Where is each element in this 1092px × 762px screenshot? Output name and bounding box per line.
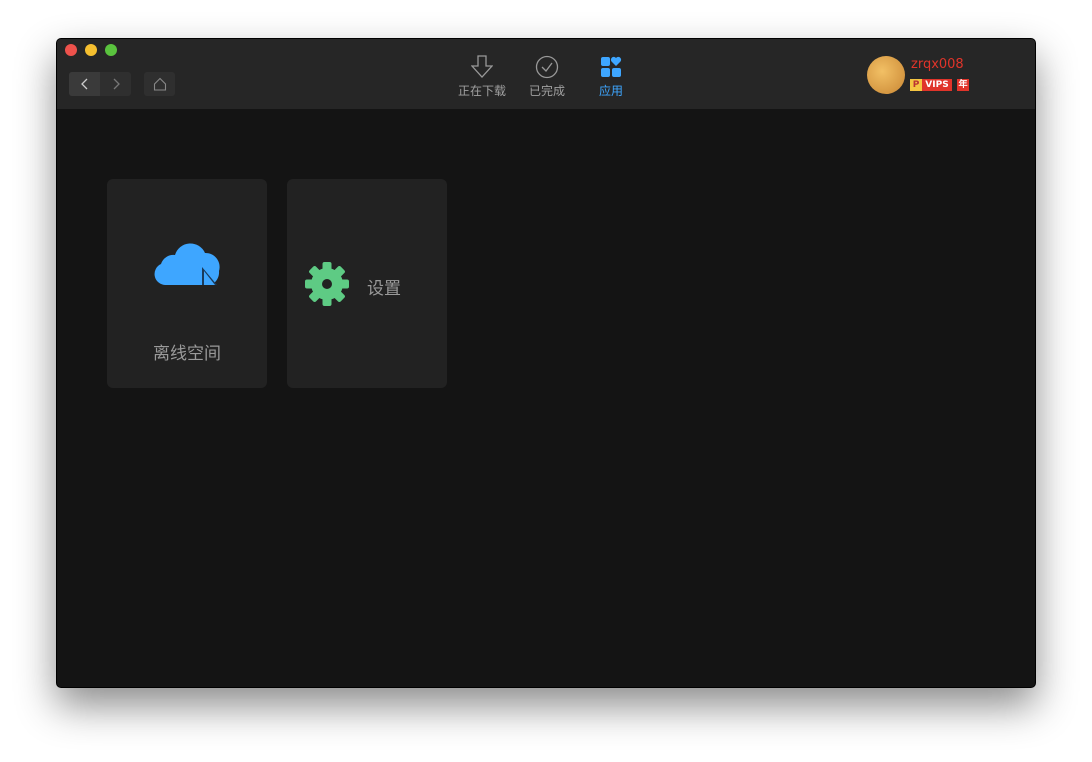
tab-downloading[interactable]: 正在下载 [452,55,512,99]
app-label: 离线空间 [153,344,221,364]
chevron-left-icon [80,78,87,90]
app-card-settings[interactable]: 设置 [287,179,447,388]
apps-icon [601,56,622,77]
history-nav [69,72,131,96]
cloud-icon [154,243,220,285]
year-badge: 年 [957,79,969,91]
back-button[interactable] [69,72,100,96]
tab-label: 已完成 [528,84,565,98]
minimize-button[interactable] [85,44,97,56]
forward-button[interactable] [100,72,131,96]
zoom-button[interactable] [105,44,117,56]
app-label: 设置 [367,279,401,299]
username[interactable]: zrqx008 [911,57,964,72]
close-button[interactable] [65,44,77,56]
chevron-right-icon [113,78,120,90]
tab-label: 应用 [598,84,623,98]
app-window: 正在下载 已完成 应用 zrqx008 P VIPS 年 离线空间 设置 [56,38,1036,688]
tab-completed[interactable]: 已完成 [517,55,577,99]
home-icon [153,77,166,91]
home-button[interactable] [144,72,175,96]
title-bar: 正在下载 已完成 应用 zrqx008 P VIPS 年 [57,39,1035,109]
p-badge: P [910,79,922,91]
avatar[interactable] [867,56,905,94]
gear-icon [305,262,349,306]
check-circle-icon [535,55,559,79]
download-icon [471,55,493,78]
app-card-offline-space[interactable]: 离线空间 [107,179,267,388]
vip-badge: VIPS [922,79,952,91]
tab-label: 正在下载 [457,84,506,98]
tab-apps[interactable]: 应用 [581,55,641,99]
